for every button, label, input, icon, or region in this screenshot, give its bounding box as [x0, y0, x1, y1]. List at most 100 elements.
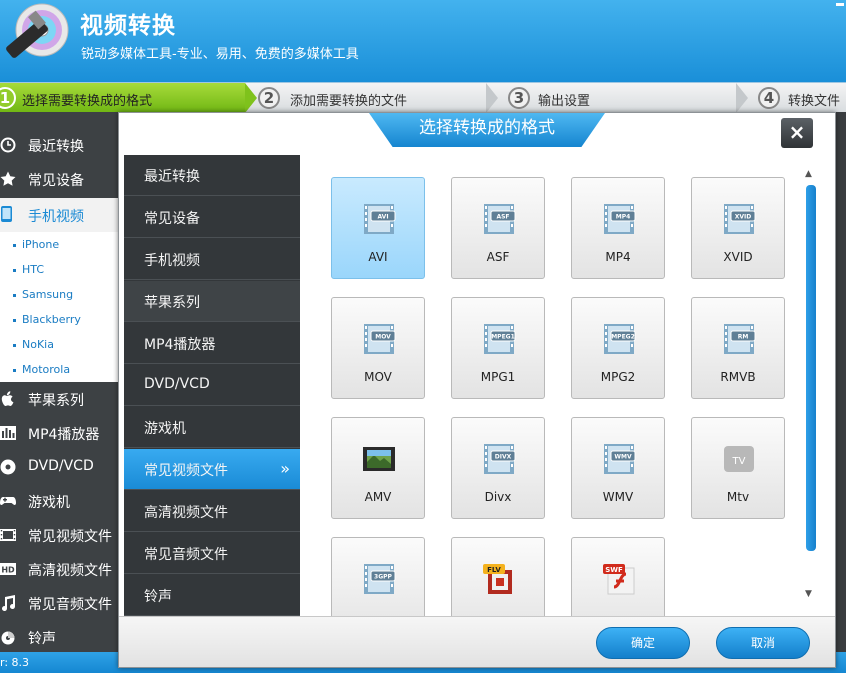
sidebar-item-apple[interactable]: 苹果系列	[0, 382, 118, 416]
format-tile[interactable]: FLV	[451, 537, 545, 616]
format-label: Divx	[484, 490, 512, 504]
format-tag: 3GPP	[374, 574, 392, 581]
format-tile[interactable]: TV Mtv	[691, 417, 785, 519]
wizard-steps: 1 选择需要转换成的格式 2 添加需要转换的文件 3 输出设置 4 转换文件	[0, 82, 846, 112]
film-format-icon: AVI	[364, 204, 396, 234]
apple-tv-icon: TV	[724, 446, 754, 472]
step-label: 转换文件	[788, 94, 841, 109]
format-tile[interactable]: MPEG1 MPG1	[451, 297, 545, 399]
format-dialog: 选择转换成的格式 × 最近转换 常见设备 手机视频 苹果系列 MP4播放器 DV…	[118, 112, 836, 668]
sidebar-item-mp4[interactable]: MP4播放器	[0, 416, 118, 450]
category-label: 常见设备	[144, 211, 200, 227]
sidebar-subitem-htc[interactable]: HTC	[12, 263, 44, 276]
category-item-recent[interactable]: 最近转换	[124, 155, 300, 196]
sidebar-item-dvd[interactable]: DVD/VCD	[0, 450, 118, 484]
format-label: MOV	[364, 370, 392, 384]
apple-icon	[1, 391, 14, 406]
category-label: 常见视频文件	[144, 463, 228, 479]
category-label: 铃声	[144, 589, 172, 605]
film-format-icon: MPEG2	[604, 324, 636, 354]
sidebar-item-ringtone[interactable]: 铃声	[0, 620, 118, 654]
format-tag: DIVX	[495, 454, 512, 461]
cancel-button[interactable]: 取消	[716, 627, 810, 659]
sidebar-subitem-nokia[interactable]: NoKia	[13, 338, 54, 351]
step-4[interactable]: 4 转换文件	[758, 83, 846, 112]
chevron-right-icon: »	[280, 459, 290, 478]
format-tile[interactable]: XVID XVID	[691, 177, 785, 279]
sidebar-subitem-motorola[interactable]: Motorola	[12, 363, 70, 376]
step-label: 添加需要转换的文件	[290, 94, 408, 109]
category-item-audio[interactable]: 常见音频文件	[124, 533, 300, 574]
format-label: XVID	[723, 250, 753, 264]
category-label: 苹果系列	[144, 295, 200, 311]
format-scrollbar[interactable]: ▲ ▼	[804, 169, 818, 601]
sidebar-item-label: 苹果系列	[28, 393, 84, 409]
confirm-button[interactable]: 确定	[596, 627, 690, 659]
format-tile[interactable]: AMV	[331, 417, 425, 519]
format-tile[interactable]: SWF	[571, 537, 665, 616]
film-format-icon: RM	[724, 324, 756, 354]
format-tag: MP4	[616, 214, 631, 221]
category-item-apple[interactable]: 苹果系列	[124, 281, 300, 322]
format-tile[interactable]: WMV WMV	[571, 417, 665, 519]
sidebar-subitem-blackberry[interactable]: Blackberry	[13, 313, 81, 326]
close-button[interactable]: ×	[781, 118, 813, 148]
category-item-hd[interactable]: 高清视频文件	[124, 491, 300, 532]
film-format-icon: WMV	[604, 444, 636, 474]
format-tag: SWF	[605, 566, 623, 574]
step-3[interactable]: 3 输出设置	[508, 83, 710, 112]
sidebar-item-recent[interactable]: 最近转换	[0, 128, 118, 162]
scroll-thumb[interactable]	[806, 185, 816, 551]
app-title: 视频转换	[80, 13, 176, 39]
category-item-game[interactable]: 游戏机	[124, 407, 300, 448]
category-item-video[interactable]: 常见视频文件 »	[124, 449, 300, 490]
format-tile[interactable]: DIVX Divx	[451, 417, 545, 519]
category-item-phone[interactable]: 手机视频	[124, 239, 300, 280]
star-icon	[0, 171, 16, 186]
sidebar-subitem-samsung[interactable]: Samsung	[12, 288, 73, 301]
sidebar-item-label: MP4播放器	[28, 427, 100, 443]
category-item-mp4[interactable]: MP4播放器	[124, 323, 300, 364]
film-format-icon: MP4	[604, 204, 636, 234]
format-tile[interactable]: MOV MOV	[331, 297, 425, 399]
step-2[interactable]: 2 添加需要转换的文件	[258, 83, 482, 112]
category-label: 常见音频文件	[144, 547, 228, 563]
format-label: Mtv	[726, 490, 750, 504]
sidebar-subitem-iphone[interactable]: iPhone	[12, 238, 59, 251]
format-tile[interactable]: ASF ASF	[451, 177, 545, 279]
sidebar-item-label: 常见音频文件	[28, 597, 112, 613]
format-tile[interactable]: MPEG2 MPG2	[571, 297, 665, 399]
step-1[interactable]: 1 选择需要转换成的格式	[0, 83, 245, 112]
step-number: 1	[0, 87, 16, 109]
sidebar-item-devices[interactable]: 常见设备	[0, 162, 118, 196]
sidebar: 最近转换 常见设备 手机视频 iPhone HTC Samsung Blackb…	[0, 112, 118, 652]
scroll-up-icon[interactable]: ▲	[805, 169, 812, 179]
format-tag: MPEG2	[611, 334, 635, 341]
film-format-icon: MPEG1	[484, 324, 516, 354]
sidebar-item-game[interactable]: 游戏机	[0, 484, 118, 518]
format-grid: AVI AVI ASF ASF MP4 MP4 XVID XVID MOV MOV MPEG1 MPG…	[300, 155, 832, 616]
app-header: 视频转换 锐动多媒体工具-专业、易用、免费的多媒体工具	[0, 0, 846, 82]
format-tag: FLV	[487, 566, 501, 574]
dialog-footer: 确定 取消	[119, 616, 835, 667]
category-item-ringtone[interactable]: 铃声	[124, 575, 300, 616]
category-item-devices[interactable]: 常见设备	[124, 197, 300, 238]
format-label: WMV	[602, 490, 634, 504]
film-format-icon: MOV	[364, 324, 396, 354]
format-tile[interactable]: AVI AVI	[331, 177, 425, 279]
amv-film-icon	[363, 447, 395, 471]
scroll-down-icon[interactable]: ▼	[805, 589, 812, 599]
format-tile[interactable]: MP4 MP4	[571, 177, 665, 279]
hd-icon: HD	[0, 563, 16, 575]
minimize-icon[interactable]	[836, 3, 844, 6]
category-item-dvd[interactable]: DVD/VCD	[124, 365, 300, 406]
step-number: 3	[508, 87, 530, 109]
format-tile[interactable]: RM RMVB	[691, 297, 785, 399]
sidebar-item-hd[interactable]: HD 高清视频文件	[0, 552, 118, 586]
sidebar-item-phone[interactable]: 手机视频	[0, 198, 118, 232]
sidebar-item-audio[interactable]: 常见音频文件	[0, 586, 118, 620]
film-icon	[0, 529, 16, 541]
format-tile[interactable]: 3GPP	[331, 537, 425, 616]
sidebar-item-video[interactable]: 常见视频文件	[0, 518, 118, 552]
format-label: ASF	[486, 250, 510, 264]
